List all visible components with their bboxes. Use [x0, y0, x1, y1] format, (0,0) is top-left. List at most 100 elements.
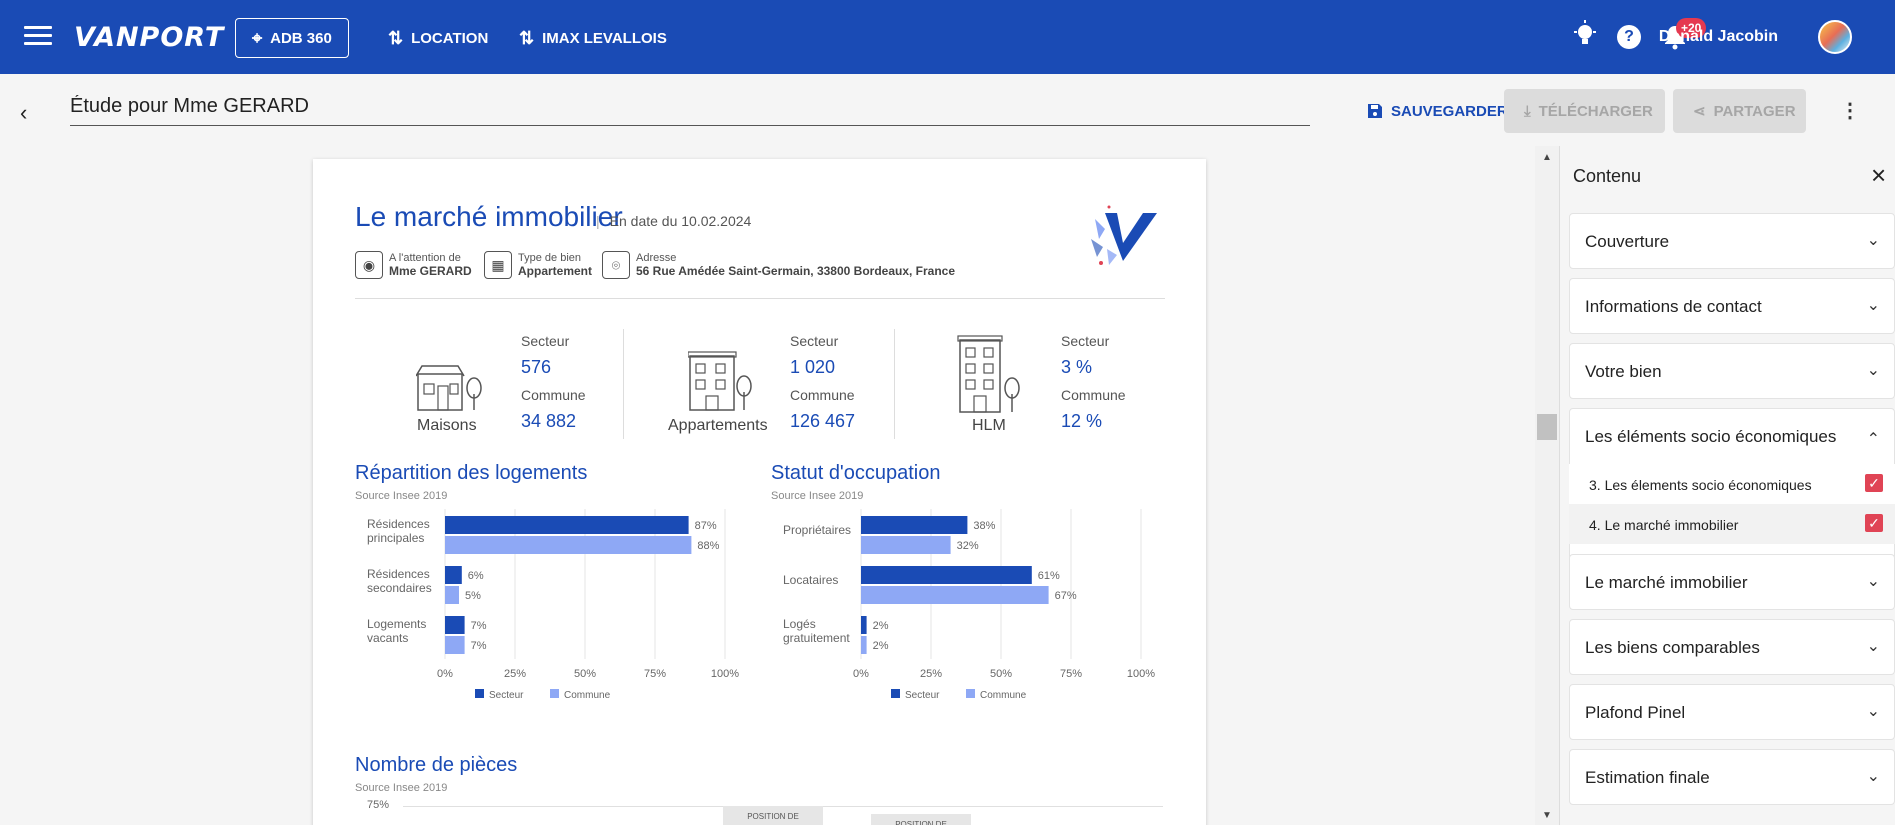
- chevron-down-icon: ⌄: [1866, 232, 1880, 249]
- chart-tick-label: 50%: [990, 668, 1012, 680]
- chart-category-label: Propriétaires: [783, 523, 851, 537]
- chart-data-label: 6%: [468, 570, 484, 582]
- chevron-down-icon: ⌄: [1866, 297, 1880, 314]
- side-item-biens-comparables[interactable]: Les biens comparables ⌄: [1569, 619, 1895, 675]
- study-title-input[interactable]: [70, 92, 1310, 126]
- content-side-panel: Contenu × Couverture ⌄ Informations de co…: [1559, 146, 1895, 825]
- chart-data-label: 87%: [695, 520, 717, 532]
- chart-bar-secteur: [861, 566, 1032, 584]
- stat-separator: [623, 329, 624, 439]
- chart-data-label: 7%: [471, 640, 487, 652]
- chart-category-label: gratuitement: [783, 631, 850, 645]
- stat-maisons-secteur-label: Secteur: [521, 333, 570, 349]
- help-icon[interactable]: ?: [1617, 25, 1641, 49]
- download-icon: ⤓: [1524, 102, 1531, 120]
- repartition-chart: 0% 25% 50% 75% 100%Résidencesprincipales87%8…: [367, 509, 739, 701]
- building-icon: ▦: [484, 251, 512, 279]
- lightbulb-icon[interactable]: [1572, 20, 1598, 53]
- scroll-thumb[interactable]: [1537, 414, 1557, 440]
- chart-legend-label: Commune: [980, 690, 1027, 701]
- stat-appartements-secteur: 1 020: [790, 357, 836, 377]
- occupation-source: Source Insee 2019: [771, 490, 864, 502]
- repartition-source: Source Insee 2019: [355, 490, 448, 502]
- chart-category-label: vacants: [367, 631, 408, 645]
- side-item-estimation-finale[interactable]: Estimation finale ⌄: [1569, 749, 1895, 805]
- chevron-down-icon: ⌄: [1866, 573, 1880, 590]
- download-button[interactable]: ⤓ TÉLÉCHARGER: [1504, 89, 1665, 133]
- document-page: Le marché immobilier | En date du 10.02.2…: [313, 159, 1206, 825]
- chart-tick-label: 75%: [1060, 668, 1082, 680]
- side-panel-title: Contenu: [1573, 166, 1642, 186]
- chart-legend-label: Secteur: [905, 690, 940, 701]
- chart-tick-label: 100%: [711, 668, 739, 680]
- document-scrollbar[interactable]: ▲ ▼: [1535, 146, 1559, 825]
- meta-attention: ◉ A l'attention de Mme GERARD: [355, 251, 472, 279]
- share-button[interactable]: ⋖ PARTAGER: [1673, 89, 1806, 133]
- stat-separator: [894, 329, 895, 439]
- pieces-ytick: 75%: [367, 799, 390, 811]
- user-name[interactable]: Donald Jacobin: [1659, 28, 1778, 46]
- more-vert-icon[interactable]: ⋮: [1840, 98, 1860, 123]
- stat-hlm-commune-label: Commune: [1061, 387, 1126, 403]
- avatar[interactable]: [1818, 20, 1852, 54]
- save-button[interactable]: SAUVEGARDER: [1347, 89, 1528, 133]
- chevron-down-icon: ⌄: [1866, 638, 1880, 655]
- chart-tick-label: 0%: [853, 668, 869, 680]
- chevron-up-icon: ⌃: [1866, 431, 1880, 448]
- side-item-contact[interactable]: Informations de contact ⌄: [1569, 278, 1895, 334]
- stat-appartements-secteur-label: Secteur: [790, 333, 839, 349]
- chart-data-label: 5%: [465, 590, 481, 602]
- back-arrow-icon[interactable]: ‹: [20, 100, 27, 126]
- save-icon: [1368, 104, 1382, 118]
- chart-data-label: 67%: [1055, 590, 1077, 602]
- location-button[interactable]: ⇅ LOCATION: [388, 18, 488, 58]
- side-item-couverture[interactable]: Couverture ⌄: [1569, 213, 1895, 269]
- chevron-down-icon: ⌄: [1866, 703, 1880, 720]
- menu-icon[interactable]: [24, 26, 52, 48]
- side-item-marche-immobilier[interactable]: Le marché immobilier ⌄: [1569, 554, 1895, 610]
- chart-tick-label: 75%: [644, 668, 666, 680]
- chart-category-label: Résidences: [367, 517, 430, 531]
- checkbox-checked-icon[interactable]: ✓: [1865, 474, 1883, 492]
- chart-data-label: 38%: [973, 520, 995, 532]
- adb-360-button[interactable]: ⌖ ADB 360: [235, 18, 349, 58]
- side-item-votre-bien[interactable]: Votre bien ⌄: [1569, 343, 1895, 399]
- stat-appartements-commune-label: Commune: [790, 387, 855, 403]
- checkbox-checked-icon[interactable]: ✓: [1865, 514, 1883, 532]
- pieces-source: Source Insee 2019: [355, 782, 448, 794]
- sort-icon: ⇅: [519, 27, 535, 48]
- chart-data-label: 7%: [471, 620, 487, 632]
- chart-bar-commune: [861, 536, 951, 554]
- hlm-tower-icon: [957, 335, 1020, 413]
- sub-item-elements-socio[interactable]: 3. Les élements socio économiques ✓: [1569, 464, 1895, 504]
- occupation-title: Statut d'occupation: [771, 462, 941, 484]
- document-preview[interactable]: Le marché immobilier | En date du 10.02.2…: [0, 146, 1535, 825]
- chart-legend-label: Secteur: [489, 690, 524, 701]
- chart-category-label: principales: [367, 531, 424, 545]
- stat-hlm-commune: 12 %: [1061, 411, 1103, 431]
- vanport-logo-icon: [1091, 205, 1157, 265]
- pieces-position-tag: POSITION DE: [723, 806, 823, 825]
- scroll-up-icon[interactable]: ▲: [1542, 152, 1552, 163]
- chart-data-label: 32%: [957, 540, 979, 552]
- crosshair-icon: ⌖: [252, 27, 263, 48]
- chart-category-label: Locataires: [783, 573, 838, 587]
- imax-levallois-button[interactable]: ⇅ IMAX LEVALLOIS: [519, 18, 667, 58]
- page-date: | En date du 10.02.2024: [596, 213, 752, 229]
- side-item-plafond-pinel[interactable]: Plafond Pinel ⌄: [1569, 684, 1895, 740]
- close-icon[interactable]: ×: [1871, 160, 1886, 191]
- stat-hlm-secteur: 3 %: [1061, 357, 1093, 377]
- chart-tick-label: 0%: [437, 668, 453, 680]
- top-app-bar: VANPORT ⌖ ADB 360 ⇅ LOCATION ⇅ IMAX LEVA…: [0, 0, 1895, 74]
- chart-bar-secteur: [445, 566, 462, 584]
- share-icon: ⋖: [1693, 103, 1706, 120]
- stat-hlm-secteur-label: Secteur: [1061, 333, 1110, 349]
- chart-bar-secteur: [445, 616, 465, 634]
- chart-category-label: Résidences: [367, 567, 430, 581]
- occupation-chart: 0% 25% 50% 75% 100% Propriétaires 38% 32% Locata…: [783, 509, 1155, 701]
- sort-icon: ⇅: [388, 27, 404, 48]
- app-logo[interactable]: VANPORT: [74, 22, 224, 53]
- scroll-down-icon[interactable]: ▼: [1542, 810, 1552, 821]
- sub-item-marche-immobilier[interactable]: 4. Le marché immobilier ✓: [1569, 504, 1895, 544]
- chart-legend-swatch: [550, 689, 559, 698]
